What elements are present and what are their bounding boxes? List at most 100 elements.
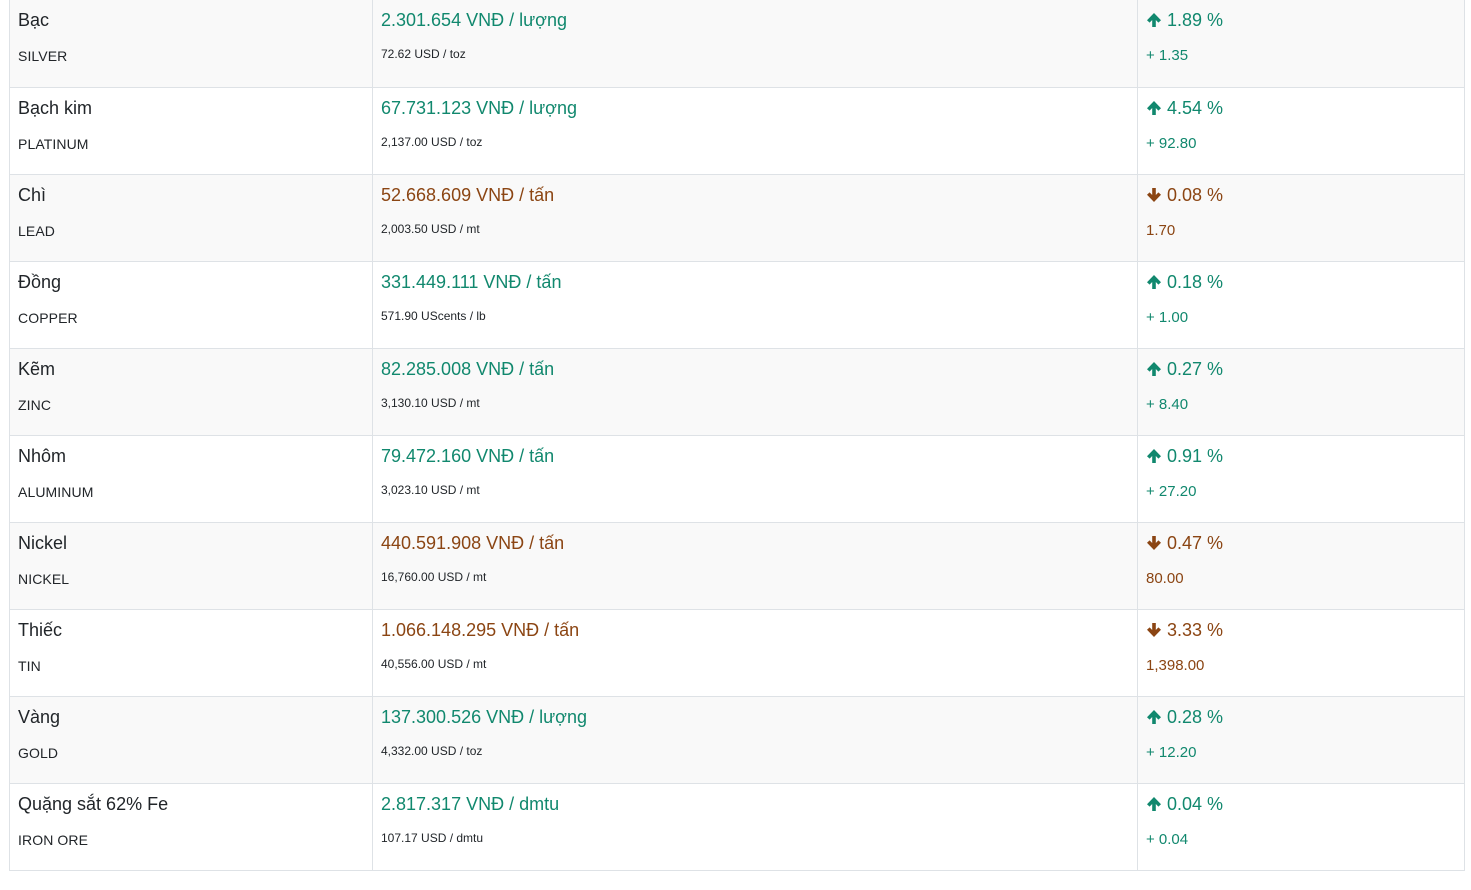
percent-change-value: 3.33 % [1167, 619, 1224, 640]
price-vnd: 331.449.111 VNĐ / tấn [381, 271, 562, 292]
metal-code: ALUMINUM [18, 483, 94, 500]
price-vnd: 82.285.008 VNĐ / tấn [381, 358, 555, 379]
absolute-change: + 1.35 [1146, 47, 1189, 64]
metal-prices-table: Bạc SILVER 2.301.654 VNĐ / lượng 72.62 U… [9, 0, 1465, 871]
metal-name[interactable]: Vàng [18, 697, 364, 727]
metal-prices-table-container: Bạc SILVER 2.301.654 VNĐ / lượng 72.62 U… [9, 0, 1465, 871]
percent-change-value: 0.47 % [1167, 532, 1224, 553]
arrow-up-icon [1146, 448, 1162, 464]
change-cell: 1.89 % + 1.35 [1137, 0, 1465, 88]
change-cell: 0.27 % + 8.40 [1137, 348, 1465, 436]
percent-change-value: 0.08 % [1167, 184, 1224, 205]
metal-code: IRON ORE [18, 831, 89, 848]
absolute-change: + 8.40 [1146, 395, 1189, 413]
price-cell: 2.817.317 VNĐ / dmtu 107.17 USD / dmtu [372, 783, 1138, 871]
price-cell: 1.066.148.295 VNĐ / tấn 40,556.00 USD / … [372, 609, 1138, 697]
metal-code: PLATINUM [18, 135, 89, 152]
change-cell: 0.91 % + 27.20 [1137, 435, 1465, 523]
percent-change-value: 0.04 % [1167, 793, 1224, 814]
price-vnd: 440.591.908 VNĐ / tấn [381, 532, 565, 553]
metal-name-cell: Thiếc TIN [9, 609, 373, 697]
price-cell: 331.449.111 VNĐ / tấn 571.90 UScents / l… [372, 261, 1138, 349]
arrow-up-icon [1146, 796, 1162, 812]
metal-name-cell: Bạc SILVER [9, 0, 373, 88]
arrow-down-icon [1146, 622, 1162, 638]
percent-change: 4.54 % [1146, 88, 1456, 118]
table-row: Nickel NICKEL 440.591.908 VNĐ / tấn 16,7… [9, 522, 1465, 610]
arrow-up-icon [1146, 100, 1162, 116]
arrow-down-icon [1146, 187, 1162, 203]
price-vnd: 1.066.148.295 VNĐ / tấn [381, 619, 580, 640]
metal-name-cell: Quặng sắt 62% Fe IRON ORE [9, 783, 373, 871]
percent-change: 0.47 % [1146, 523, 1456, 553]
metal-name[interactable]: Quặng sắt 62% Fe [18, 784, 364, 814]
price-vnd: 137.300.526 VNĐ / lượng [381, 706, 587, 727]
metal-name[interactable]: Bạch kim [18, 88, 364, 118]
table-row: Kẽm ZINC 82.285.008 VNĐ / tấn 3,130.10 U… [9, 348, 1465, 436]
price-vnd: 67.731.123 VNĐ / lượng [381, 97, 577, 118]
price-vnd: 52.668.609 VNĐ / tấn [381, 184, 555, 205]
metal-code: LEAD [18, 222, 55, 239]
absolute-change: + 0.04 [1146, 830, 1189, 848]
metal-code: ZINC [18, 396, 52, 413]
metal-code: SILVER [18, 48, 68, 64]
table-row: Đồng COPPER 331.449.111 VNĐ / tấn 571.90… [9, 261, 1465, 349]
metal-name[interactable]: Bạc [18, 0, 364, 30]
price-cell: 440.591.908 VNĐ / tấn 16,760.00 USD / mt [372, 522, 1138, 610]
arrow-down-icon [1146, 535, 1162, 551]
metal-name[interactable]: Nickel [18, 523, 364, 553]
price-cell: 52.668.609 VNĐ / tấn 2,003.50 USD / mt [372, 174, 1138, 262]
percent-change: 0.18 % [1146, 262, 1456, 292]
change-cell: 3.33 % 1,398.00 [1137, 609, 1465, 697]
table-row: Vàng GOLD 137.300.526 VNĐ / lượng 4,332.… [9, 696, 1465, 784]
absolute-change: + 27.20 [1146, 482, 1197, 500]
metal-name-cell: Nickel NICKEL [9, 522, 373, 610]
percent-change: 0.27 % [1146, 349, 1456, 379]
change-cell: 0.08 % 1.70 [1137, 174, 1465, 262]
metal-name-cell: Chì LEAD [9, 174, 373, 262]
price-usd: 4,332.00 USD / toz [381, 743, 483, 758]
metal-code: NICKEL [18, 570, 70, 587]
change-cell: 0.47 % 80.00 [1137, 522, 1465, 610]
metal-name-cell: Vàng GOLD [9, 696, 373, 784]
metal-code: TIN [18, 657, 41, 674]
price-cell: 79.472.160 VNĐ / tấn 3,023.10 USD / mt [372, 435, 1138, 523]
metal-code: GOLD [18, 744, 59, 761]
table-row: Thiếc TIN 1.066.148.295 VNĐ / tấn 40,556… [9, 609, 1465, 697]
percent-change-value: 0.18 % [1167, 271, 1224, 292]
percent-change: 1.89 % [1146, 0, 1456, 30]
absolute-change: + 92.80 [1146, 134, 1197, 152]
percent-change-value: 0.28 % [1167, 706, 1224, 727]
metal-name[interactable]: Nhôm [18, 436, 364, 466]
price-vnd: 79.472.160 VNĐ / tấn [381, 445, 555, 466]
percent-change-value: 4.54 % [1167, 97, 1224, 118]
change-cell: 4.54 % + 92.80 [1137, 87, 1465, 175]
percent-change: 0.04 % [1146, 784, 1456, 814]
table-row: Quặng sắt 62% Fe IRON ORE 2.817.317 VNĐ … [9, 783, 1465, 871]
price-usd: 72.62 USD / toz [381, 47, 466, 61]
absolute-change: 80.00 [1146, 569, 1184, 587]
price-usd: 107.17 USD / dmtu [381, 830, 484, 845]
metal-name[interactable]: Đồng [18, 262, 364, 292]
percent-change-value: 1.89 % [1167, 10, 1224, 30]
price-cell: 82.285.008 VNĐ / tấn 3,130.10 USD / mt [372, 348, 1138, 436]
metal-name[interactable]: Thiếc [18, 610, 364, 640]
metal-name[interactable]: Kẽm [18, 349, 364, 379]
price-usd: 16,760.00 USD / mt [381, 569, 487, 584]
change-cell: 0.28 % + 12.20 [1137, 696, 1465, 784]
absolute-change: + 12.20 [1146, 743, 1197, 761]
percent-change: 0.08 % [1146, 175, 1456, 205]
price-cell: 137.300.526 VNĐ / lượng 4,332.00 USD / t… [372, 696, 1138, 784]
price-usd: 2,137.00 USD / toz [381, 134, 483, 149]
absolute-change: + 1.00 [1146, 308, 1189, 326]
arrow-up-icon [1146, 274, 1162, 290]
metal-name[interactable]: Chì [18, 175, 364, 205]
metal-name-cell: Nhôm ALUMINUM [9, 435, 373, 523]
absolute-change: 1.70 [1146, 221, 1176, 239]
metal-name-cell: Kẽm ZINC [9, 348, 373, 436]
price-vnd: 2.301.654 VNĐ / lượng [381, 10, 567, 30]
price-usd: 3,023.10 USD / mt [381, 482, 480, 497]
metal-prices-body: Bạc SILVER 2.301.654 VNĐ / lượng 72.62 U… [9, 0, 1465, 871]
price-vnd: 2.817.317 VNĐ / dmtu [381, 793, 560, 814]
percent-change-value: 0.27 % [1167, 358, 1224, 379]
